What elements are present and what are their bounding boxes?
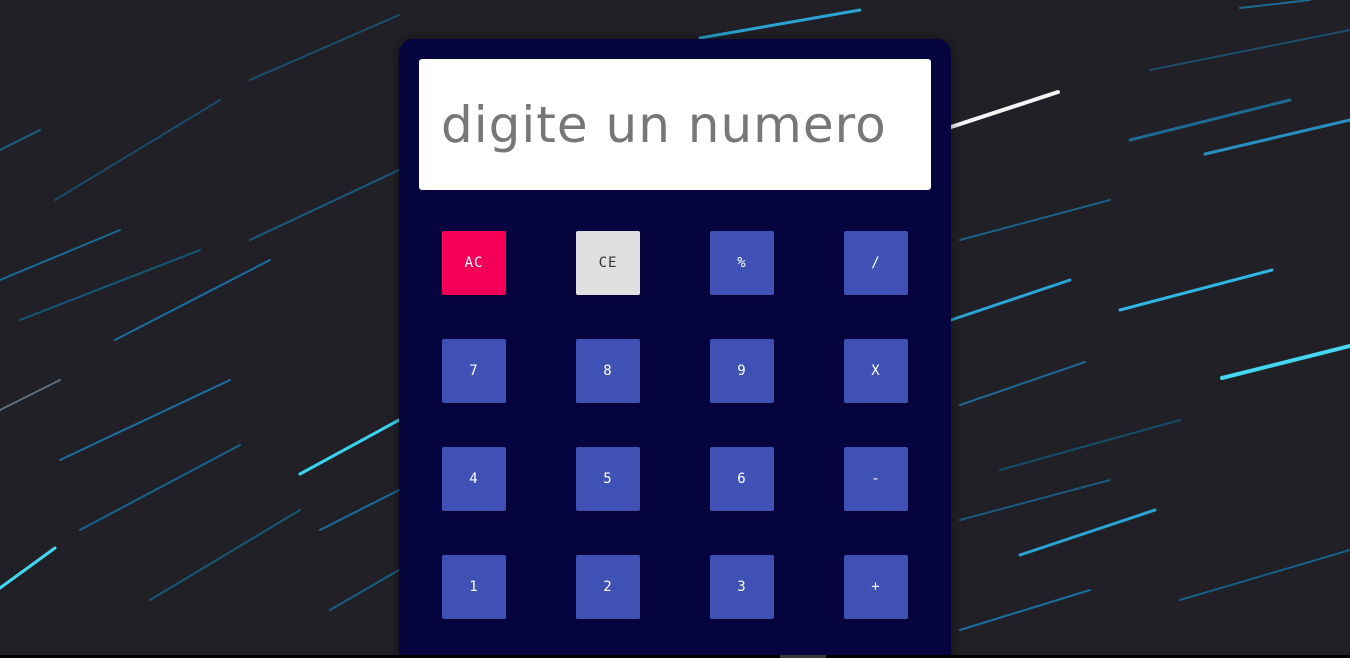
digit-8-button[interactable]: 8 <box>576 339 640 403</box>
calculator: AC CE % / 7 8 9 X 4 5 6 - 1 2 3 + <box>399 39 951 658</box>
digit-2-button[interactable]: 2 <box>576 555 640 619</box>
digit-3-button[interactable]: 3 <box>710 555 774 619</box>
add-button[interactable]: + <box>844 555 908 619</box>
multiply-button[interactable]: X <box>844 339 908 403</box>
digit-1-button[interactable]: 1 <box>442 555 506 619</box>
digit-7-button[interactable]: 7 <box>442 339 506 403</box>
clear-entry-button[interactable]: CE <box>576 231 640 295</box>
subtract-button[interactable]: - <box>844 447 908 511</box>
digit-9-button[interactable]: 9 <box>710 339 774 403</box>
digit-4-button[interactable]: 4 <box>442 447 506 511</box>
display-input[interactable] <box>419 59 931 190</box>
divide-button[interactable]: / <box>844 231 908 295</box>
digit-6-button[interactable]: 6 <box>710 447 774 511</box>
percent-button[interactable]: % <box>710 231 774 295</box>
digit-5-button[interactable]: 5 <box>576 447 640 511</box>
clear-all-button[interactable]: AC <box>442 231 506 295</box>
